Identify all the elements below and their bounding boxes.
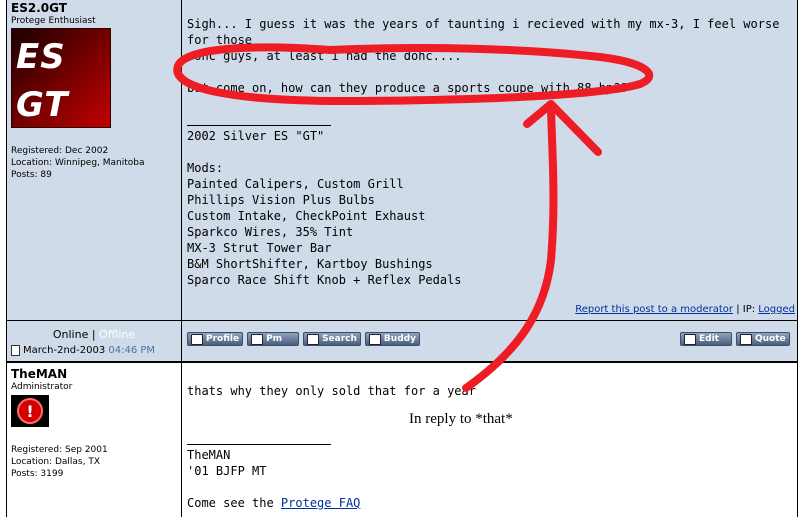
search-button[interactable]: Search	[303, 332, 361, 346]
online-status: Online | Offline	[7, 328, 181, 341]
post1-line-2: sohc guys, at least i had the dohc....	[187, 49, 462, 63]
sig-line	[187, 144, 587, 160]
post1-user-stats: Registered: Dec 2002 Location: Winnipeg,…	[11, 145, 181, 181]
sig-line: Custom Intake, CheckPoint Exhaust	[187, 209, 426, 223]
post2-user-info: TheMAN Administrator	[11, 367, 179, 392]
ip-logged-link[interactable]: Logged	[758, 304, 795, 315]
avatar-es-text: ES	[16, 37, 66, 77]
buddy-label: Buddy	[383, 334, 416, 344]
post1-posts: Posts: 89	[11, 170, 52, 180]
post2-user-stats: Registered: Sep 2001 Location: Dallas, T…	[11, 444, 181, 480]
sig-line: B&M ShortShifter, Kartboy Bushings	[187, 257, 433, 271]
post1-datetime: March-2nd-2003 04:46 PM	[11, 345, 181, 356]
sig-line: Phillips Vision Plus Bulbs	[187, 193, 375, 207]
post1-registered: Registered: Dec 2002	[11, 146, 109, 156]
faq-line: Come see the Protege FAQ	[187, 495, 587, 511]
post1-username[interactable]: ES2.0GT	[11, 1, 179, 15]
post2-registered: Registered: Sep 2001	[11, 445, 108, 455]
pm-button[interactable]: Pm	[247, 332, 300, 346]
post2-avatar: !	[11, 395, 49, 427]
post2-location: Location: Dallas, TX	[11, 457, 100, 467]
post1-report-bar: Report this post to a moderator | IP: Lo…	[520, 304, 795, 315]
sig-line: 2002 Silver ES "GT"	[187, 129, 325, 143]
forum-thread: ES2.0GT Protege Enthusiast ES GT Registe…	[0, 0, 802, 517]
buddy-button[interactable]: Buddy	[364, 332, 420, 346]
post2-user-title: Administrator	[11, 382, 73, 392]
buddy-icon	[368, 333, 381, 345]
profile-icon	[191, 333, 203, 345]
ip-label: | IP:	[733, 304, 759, 315]
sig-name: TheMAN	[187, 448, 231, 462]
status-separator: |	[88, 328, 100, 341]
quote-button[interactable]: Quote	[736, 332, 790, 346]
post2-username[interactable]: TheMAN	[11, 367, 179, 381]
post1-user-info: ES2.0GT Protege Enthusiast	[11, 1, 179, 26]
post1-line-1: Sigh... I guess it was the years of taun…	[187, 17, 780, 47]
post1-signature-divider	[187, 125, 331, 126]
avatar-gt-text: GT	[16, 85, 69, 125]
annotation-text: In reply to *that*	[409, 411, 513, 427]
faq-link[interactable]: Protege FAQ	[281, 496, 360, 510]
post2-posts: Posts: 3199	[11, 469, 64, 479]
post-document-icon	[11, 345, 20, 356]
post2-message: thats why they only sold that for a year	[187, 384, 476, 398]
faq-prefix: Come see the	[187, 496, 281, 510]
post1-user-title: Protege Enthusiast	[11, 16, 96, 26]
profile-button[interactable]: Profile	[187, 332, 244, 346]
post1-line-3: but come on, how can they produce a spor…	[187, 81, 628, 95]
quote-icon	[740, 333, 752, 345]
post1-edit-buttons: Edit Quote	[680, 332, 790, 346]
post-date: March-2nd-2003	[23, 345, 106, 356]
alert-icon-symbol: !	[26, 401, 34, 421]
edit-label: Edit	[699, 334, 719, 344]
sig-car: '01 BJFP MT	[187, 464, 267, 478]
edit-icon	[684, 333, 696, 345]
quote-label: Quote	[755, 334, 786, 344]
offline-label: Offline	[99, 328, 136, 341]
post1-avatar: ES GT	[11, 28, 111, 128]
sig-line: MX-3 Strut Tower Bar	[187, 241, 332, 255]
post1-message: Sigh... I guess it was the years of taun…	[187, 16, 795, 96]
profile-label: Profile	[206, 334, 240, 344]
sig-line: Sparco Race Shift Knob + Reflex Pedals	[187, 273, 462, 287]
post2-signature-divider	[187, 444, 331, 445]
search-icon	[307, 333, 320, 345]
post1-location: Location: Winnipeg, Manitoba	[11, 158, 145, 168]
sig-line: Sparkco Wires, 35% Tint	[187, 225, 354, 239]
search-label: Search	[322, 334, 357, 344]
pm-icon	[251, 333, 264, 345]
report-post-link[interactable]: Report this post to a moderator	[575, 304, 733, 315]
post1-signature: 2002 Silver ES "GT" Mods: Painted Calipe…	[187, 128, 587, 288]
post-time: 04:46 PM	[108, 345, 156, 356]
sig-line: Painted Calipers, Custom Grill	[187, 177, 404, 191]
online-label: Online	[52, 328, 89, 341]
sig-line: Mods:	[187, 161, 224, 175]
alert-icon: !	[17, 398, 43, 424]
post1-user-buttons: Profile Pm Search Buddy	[187, 332, 424, 346]
post2-signature: TheMAN '01 BJFP MT Come see the Protege …	[187, 447, 587, 511]
edit-button[interactable]: Edit	[680, 332, 732, 346]
pm-label: Pm	[266, 334, 283, 344]
